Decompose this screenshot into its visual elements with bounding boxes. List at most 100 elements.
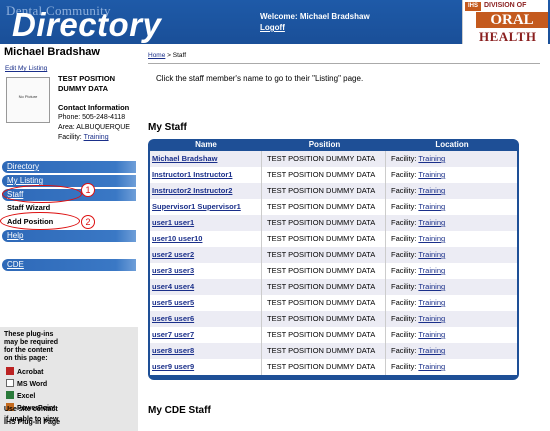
column-header-name: Name — [195, 140, 217, 149]
plugin-excel-label: Excel — [17, 393, 36, 400]
staff-name-link[interactable]: Instructor1 Instructor1 — [152, 170, 232, 179]
cell-location: Facility: Training — [387, 279, 517, 295]
user-name: Michael Bradshaw — [4, 46, 100, 58]
annotation-circle-staff — [2, 185, 82, 203]
cell-location: Facility: Training — [387, 359, 517, 375]
cell-location: Facility: Training — [387, 215, 517, 231]
contact-heading: Contact Information — [58, 103, 130, 112]
nav-help-label: Help — [7, 231, 24, 240]
nav-help[interactable]: Help — [2, 230, 136, 242]
annotation-circle-add-position — [0, 212, 80, 230]
staff-name-link[interactable]: user7 user7 — [152, 330, 194, 339]
plugins-notice-line1: These plug-ins — [4, 331, 54, 338]
staff-name-link[interactable]: user6 user6 — [152, 314, 194, 323]
oral-health-logo: IHS DIVISION OF ORAL HEALTH — [462, 0, 548, 44]
table-row: user1 user1 TEST POSITION DUMMY DATA Facil… — [150, 215, 517, 231]
staff-name-link[interactable]: user5 user5 — [152, 298, 194, 307]
contact-phone: Phone: 505-248-4118 — [58, 114, 126, 121]
cell-position: TEST POSITION DUMMY DATA — [263, 343, 386, 359]
facility-link[interactable]: Training — [418, 330, 445, 339]
column-header-position: Position — [308, 140, 341, 149]
plugin-acrobat[interactable]: Acrobat — [6, 367, 43, 376]
facility-link[interactable]: Training — [418, 218, 445, 227]
staff-name-link[interactable]: Supervisor1 Supervisor1 — [152, 202, 241, 211]
cell-position: TEST POSITION DUMMY DATA — [263, 199, 386, 215]
staff-name-link[interactable]: user8 user8 — [152, 346, 194, 355]
brand-title: Directory — [12, 6, 162, 43]
facility-label: Facility: — [391, 314, 417, 323]
plugins-notice-line2: may be required — [4, 339, 59, 346]
facility-link[interactable]: Training — [418, 266, 445, 275]
staff-name-link[interactable]: user9 user9 — [152, 362, 194, 371]
facility-link[interactable]: Training — [418, 186, 445, 195]
facility-label: Facility: — [391, 186, 417, 195]
plugin-excel[interactable]: Excel — [6, 391, 35, 400]
staff-name-link[interactable]: user10 user10 — [152, 234, 202, 243]
welcome-text: Welcome: Michael Bradshaw — [260, 12, 370, 21]
cell-location: Facility: Training — [387, 151, 517, 167]
cell-name: user3 user3 — [150, 263, 262, 279]
breadcrumb-current: Staff — [172, 52, 187, 59]
staff-name-link[interactable]: user1 user1 — [152, 218, 194, 227]
plugins-notice-line3: for the content — [4, 347, 53, 354]
cell-position: TEST POSITION DUMMY DATA — [263, 183, 386, 199]
staff-name-link[interactable]: user2 user2 — [152, 250, 194, 259]
facility-link[interactable]: Training — [418, 234, 445, 243]
logoff-link[interactable]: Logoff — [260, 23, 285, 32]
facility-label: Facility: — [391, 266, 417, 275]
facility-link[interactable]: Training — [84, 134, 109, 141]
facility-label: Facility: — [391, 298, 417, 307]
facility-link[interactable]: Training — [418, 202, 445, 211]
staff-name-link[interactable]: user4 user4 — [152, 282, 194, 291]
cell-name: Supervisor1 Supervisor1 — [150, 199, 262, 215]
breadcrumb-divider — [148, 63, 540, 64]
profile-photo: No Picture — [6, 77, 50, 123]
cell-location: Facility: Training — [387, 231, 517, 247]
cell-location: Facility: Training — [387, 247, 517, 263]
facility-link[interactable]: Training — [418, 282, 445, 291]
facility-link[interactable]: Training — [418, 170, 445, 179]
cell-location: Facility: Training — [387, 295, 517, 311]
staff-name-link[interactable]: Instructor2 Instructor2 — [152, 186, 232, 195]
plugin-word-label: MS Word — [17, 381, 48, 388]
nav-my-listing-label: My Listing — [7, 176, 44, 185]
facility-link[interactable]: Training — [418, 154, 445, 163]
nav-directory[interactable]: Directory — [2, 161, 136, 173]
table-row: user2 user2 TEST POSITION DUMMY DATA Facil… — [150, 247, 517, 263]
facility-link[interactable]: Training — [418, 346, 445, 355]
cell-name: user10 user10 — [150, 231, 262, 247]
plugins-notice-line4: on this page: — [4, 355, 48, 362]
cell-position: TEST POSITION DUMMY DATA — [263, 215, 386, 231]
facility-link[interactable]: Training — [418, 298, 445, 307]
cell-name: Instructor1 Instructor1 — [150, 167, 262, 183]
facility-link[interactable]: Training — [418, 362, 445, 371]
cell-position: TEST POSITION DUMMY DATA — [263, 327, 386, 343]
facility-label: Facility: — [391, 330, 417, 339]
facility-link[interactable]: Training — [418, 250, 445, 259]
facility-label: Facility: — [391, 170, 417, 179]
table-row: Instructor1 Instructor1 TEST POSITION DUM… — [150, 167, 517, 183]
staff-table: Name Position Location Michael Bradshaw T… — [148, 139, 519, 380]
cell-name: user5 user5 — [150, 295, 262, 311]
plugins-notice: These plug-ins may be required for the c… — [4, 331, 58, 363]
cell-location: Facility: Training — [387, 167, 517, 183]
page-header: Dental Community Directory Welcome: Mich… — [0, 0, 550, 44]
table-row: user8 user8 TEST POSITION DUMMY DATA Facil… — [150, 343, 517, 359]
edit-listing-link[interactable]: Edit My Listing — [5, 65, 47, 72]
facility-link[interactable]: Training — [418, 314, 445, 323]
position-title: TEST POSITION DUMMY DATA — [58, 74, 115, 94]
staff-name-link[interactable]: user3 user3 — [152, 266, 194, 275]
table-row: user6 user6 TEST POSITION DUMMY DATA Facil… — [150, 311, 517, 327]
logo-ihs-badge: IHS — [465, 2, 481, 11]
instructions-text: Click the staff member's name to go to t… — [156, 74, 364, 83]
plugin-acrobat-label: Acrobat — [17, 369, 44, 376]
staff-name-link[interactable]: Michael Bradshaw — [152, 154, 217, 163]
table-row: user9 user9 TEST POSITION DUMMY DATA Facil… — [150, 359, 517, 375]
logo-health-text: HEALTH — [479, 29, 537, 44]
breadcrumb-home-link[interactable]: Home — [148, 52, 165, 59]
cell-name: user1 user1 — [150, 215, 262, 231]
position-title-line2: DUMMY DATA — [58, 84, 108, 93]
plugin-word[interactable]: MS Word — [6, 379, 47, 388]
nav-cde[interactable]: CDE — [2, 259, 136, 271]
cell-name: user7 user7 — [150, 327, 262, 343]
